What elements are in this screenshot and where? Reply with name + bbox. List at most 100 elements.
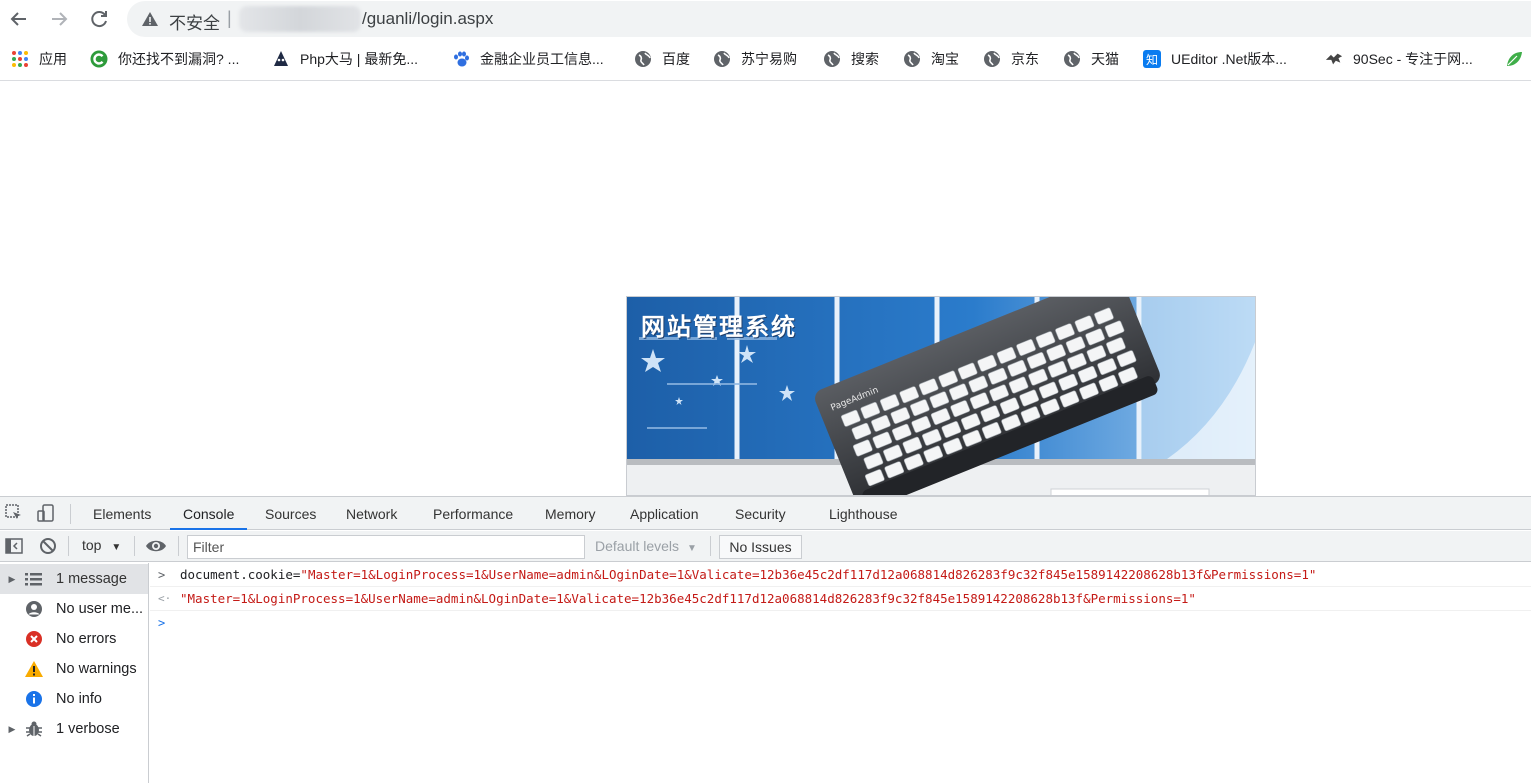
sidebar-item-messages[interactable]: ▶ 1 message bbox=[0, 564, 148, 594]
console-sidebar: ▶ 1 message No user me... No errors No w… bbox=[0, 563, 149, 783]
reload-icon bbox=[91, 11, 107, 28]
console-input-line[interactable]: > document.cookie="Master=1&LoginProcess… bbox=[150, 563, 1531, 587]
issues-button[interactable]: No Issues bbox=[719, 535, 802, 559]
sidebar-item-verbose[interactable]: ▶ 1 verbose bbox=[0, 714, 148, 744]
bookmark-label: 90Sec - 专注于网... bbox=[1353, 51, 1473, 67]
bookmark-label: Php大马 | 最新免... bbox=[300, 51, 418, 67]
info-icon bbox=[24, 689, 44, 709]
bookmark-item[interactable]: 天猫 bbox=[1063, 49, 1119, 69]
bookmark-label: UEditor .Net版本... bbox=[1171, 51, 1287, 67]
sidebar-item-user-messages[interactable]: No user me... bbox=[0, 594, 148, 624]
inspect-element-button[interactable] bbox=[4, 503, 24, 523]
url-separator: | bbox=[227, 8, 232, 28]
bookmark-overflow[interactable] bbox=[1505, 49, 1531, 69]
context-label: top bbox=[82, 537, 102, 553]
bookmark-item[interactable]: 京东 bbox=[983, 49, 1039, 69]
globe-icon bbox=[713, 50, 731, 68]
console-prompt-line[interactable]: > bbox=[150, 611, 1531, 635]
tab-lighthouse[interactable]: Lighthouse bbox=[829, 497, 898, 530]
warning-icon bbox=[24, 659, 44, 679]
url-path[interactable]: /guanli/login.aspx bbox=[362, 9, 493, 29]
sidebar-label: No warnings bbox=[56, 661, 137, 677]
arrow-right-icon bbox=[52, 12, 68, 26]
bookmark-item[interactable]: 90Sec - 专注于网... bbox=[1325, 49, 1473, 69]
inspect-cursor-icon bbox=[5, 504, 21, 519]
redacted-host bbox=[239, 6, 361, 32]
toolbar-divider bbox=[710, 536, 711, 556]
globe-icon bbox=[983, 50, 1001, 68]
globe-icon bbox=[1063, 50, 1081, 68]
bookmark-label: 搜索 bbox=[851, 51, 879, 67]
tab-sources[interactable]: Sources bbox=[265, 497, 316, 530]
toolbar-divider bbox=[178, 536, 179, 556]
tab-security[interactable]: Security bbox=[735, 497, 786, 530]
not-secure-label[interactable]: 不安全 bbox=[169, 9, 220, 34]
bookmark-item[interactable]: 淘宝 bbox=[903, 49, 959, 69]
toolbar-divider bbox=[134, 536, 135, 556]
console-toolbar: top ▼ Filter Default levels ▼ No Issues bbox=[0, 531, 1531, 562]
reload-button[interactable] bbox=[84, 4, 114, 34]
bookmark-item[interactable]: 知 UEditor .Net版本... bbox=[1143, 49, 1287, 69]
console-result-line[interactable]: <· "Master=1&LoginProcess=1&UserName=adm… bbox=[150, 587, 1531, 611]
bookmark-label: 天猫 bbox=[1091, 51, 1119, 67]
bookmark-item[interactable]: 金融企业员工信息... bbox=[452, 49, 604, 69]
globe-icon bbox=[634, 50, 652, 68]
console-string-value: "Master=1&LoginProcess=1&UserName=admin&… bbox=[300, 567, 1317, 582]
bookmark-label: 苏宁易购 bbox=[741, 51, 797, 67]
forward-button[interactable] bbox=[44, 4, 74, 34]
console-output: > document.cookie="Master=1&LoginProcess… bbox=[150, 563, 1531, 783]
paw-icon bbox=[452, 50, 470, 68]
bookmark-label: 百度 bbox=[662, 51, 690, 67]
result-arrow: <· bbox=[158, 592, 172, 605]
bug-icon bbox=[24, 719, 44, 739]
context-selector[interactable]: top ▼ bbox=[82, 537, 121, 553]
sidebar-label: 1 message bbox=[56, 571, 127, 587]
bookmark-item[interactable]: Php大马 | 最新免... bbox=[272, 49, 418, 69]
error-icon bbox=[24, 629, 44, 649]
tab-performance[interactable]: Performance bbox=[433, 497, 513, 530]
sidebar-item-warnings[interactable]: No warnings bbox=[0, 654, 148, 684]
toggle-sidebar-button[interactable] bbox=[4, 536, 24, 556]
bookmark-item[interactable]: 苏宁易购 bbox=[713, 49, 797, 69]
sidebar-toggle-icon bbox=[5, 538, 23, 554]
bookmarks-bar: 应用 你还找不到漏洞? ... Php大马 | 最新免... 金融企业员工信息.… bbox=[0, 38, 1531, 81]
globe-icon bbox=[903, 50, 921, 68]
bookmark-label: 淘宝 bbox=[931, 51, 959, 67]
bookmark-item[interactable]: 搜索 bbox=[823, 49, 879, 69]
sidebar-item-errors[interactable]: No errors bbox=[0, 624, 148, 654]
bookmark-apps[interactable]: 应用 bbox=[11, 49, 67, 69]
console-filter-input[interactable]: Filter bbox=[187, 535, 585, 559]
globe-icon bbox=[823, 50, 841, 68]
arrow-left-icon bbox=[10, 12, 26, 26]
dark-mask-icon bbox=[272, 50, 290, 68]
tab-memory[interactable]: Memory bbox=[545, 497, 596, 530]
tab-elements[interactable]: Elements bbox=[93, 497, 151, 530]
bird-icon bbox=[1325, 50, 1343, 68]
omnibox[interactable]: 不安全 | /guanli/login.aspx bbox=[127, 1, 1531, 37]
clear-console-button[interactable] bbox=[38, 536, 58, 556]
sidebar-label: 1 verbose bbox=[56, 721, 120, 737]
sidebar-label: No errors bbox=[56, 631, 117, 647]
devtools-panel: Elements Console Sources Network Perform… bbox=[0, 496, 1531, 783]
console-expression: document.cookie= bbox=[180, 567, 301, 582]
bookmark-item[interactable]: 百度 bbox=[634, 49, 690, 69]
clear-circle-slash-icon bbox=[40, 538, 56, 554]
bookmark-item[interactable]: 你还找不到漏洞? ... bbox=[90, 49, 239, 69]
address-bar-row: 不安全 | /guanli/login.aspx bbox=[0, 0, 1531, 38]
not-secure-warning-icon bbox=[142, 12, 158, 26]
device-toolbar-button[interactable] bbox=[36, 503, 56, 523]
back-button[interactable] bbox=[4, 4, 34, 34]
dropdown-triangle-icon: ▼ bbox=[686, 543, 697, 554]
tab-application[interactable]: Application bbox=[630, 497, 699, 530]
sidebar-item-info[interactable]: No info bbox=[0, 684, 148, 714]
input-chevron: > bbox=[158, 568, 166, 582]
green-c-icon bbox=[90, 50, 108, 68]
log-levels-dropdown[interactable]: Default levels ▼ bbox=[595, 538, 697, 554]
toolbar-divider bbox=[68, 536, 69, 556]
svg-text:知: 知 bbox=[1146, 53, 1158, 67]
expand-triangle-icon[interactable]: ▶ bbox=[0, 574, 24, 585]
expand-triangle-icon[interactable]: ▶ bbox=[0, 724, 24, 735]
tab-console[interactable]: Console bbox=[170, 497, 248, 530]
tab-network[interactable]: Network bbox=[346, 497, 397, 530]
live-expression-button[interactable] bbox=[145, 536, 166, 556]
